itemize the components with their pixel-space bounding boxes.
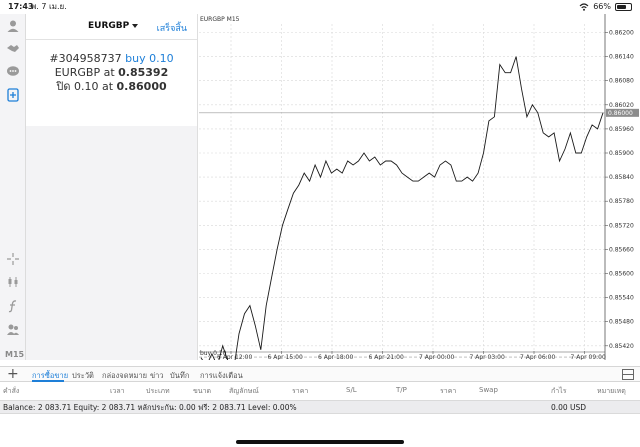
y-tick-label: 0.85480 [609,319,634,326]
caret-down-icon [132,23,139,28]
order-line-2: EURGBP at 0.85392 [26,66,197,80]
open-price-label: EURGBP at [54,66,115,79]
col-swap: Swap [479,386,498,394]
col-tp: T/P [396,386,407,394]
status-time: 17:43 [8,2,34,11]
y-tick-label: 0.86080 [609,78,634,85]
order-action: buy 0.10 [125,52,174,65]
battery-icon [615,3,632,11]
tab-journal[interactable]: บันทึก [170,370,189,382]
y-tick-label: 0.85720 [609,222,634,229]
y-tick-label: 0.85420 [609,343,634,350]
done-button[interactable]: เสร็จสิ้น [157,21,187,35]
terminal-tabs: + การซื้อขาย ประวัติ กล่องจดหมาย ข่าว บั… [0,366,640,382]
chart-title: EURGBP M15 [200,16,240,23]
handshake-icon[interactable] [5,40,21,56]
col-volume: ขนาด [193,387,212,395]
order-ticket: #304958737 [49,52,122,65]
tab-mailbox[interactable]: กล่องจดหมาย [102,370,147,382]
y-tick-label: 0.86140 [609,54,634,61]
col-sl: S/L [346,386,357,394]
order-line-3: ปิด 0.10 at 0.86000 [26,80,197,94]
total-profit: 0.00 [551,403,568,412]
new-order-icon[interactable] [5,87,21,103]
order-summary: #304958737 buy 0.10 EURGBP at 0.85392 ปิ… [26,52,197,94]
y-tick-label: 0.85960 [609,126,634,133]
y-tick-label: 0.85660 [609,246,634,253]
column-headers: คำสั่ง เวลา ประเภท ขนาด สัญลักษณ์ ราคา S… [0,385,640,397]
order-panel: EURGBP เสร็จสิ้น #304958737 buy 0.10 EUR… [26,14,197,126]
col-profit: กำไร [551,387,567,395]
close-price: 0.86000 [116,80,167,93]
col-symbol: สัญลักษณ์ [229,387,259,395]
left-toolbar: M15 [0,14,26,360]
function-icon[interactable] [5,298,21,314]
battery-fill [617,5,626,9]
order-header: EURGBP เสร็จสิ้น [26,14,197,40]
col-open-price: ราคา [292,387,309,395]
crosshair-icon[interactable] [5,251,21,267]
y-tick-label: 0.85780 [609,198,634,205]
balance-row: Balance: 2 083.71 Equity: 2 083.71 หลักป… [0,400,640,414]
timeframe-label[interactable]: M15 [5,350,24,359]
order-line-1: #304958737 buy 0.10 [26,52,197,66]
symbol-name: EURGBP [88,21,130,31]
tab-alerts[interactable]: การแจ้งเตือน [200,370,243,382]
tab-history[interactable]: ประวัติ [72,370,94,382]
col-order: คำสั่ง [3,387,20,395]
y-tick-label: 0.85900 [609,150,634,157]
wifi-icon [579,3,589,11]
close-price-label: ปิด 0.10 at [56,80,114,93]
col-comment: หมายเหตุ [597,387,626,395]
current-price-label: 0.86000 [608,110,633,117]
plus-icon[interactable]: + [7,367,19,381]
y-tick-label: 0.86200 [609,30,634,37]
panel-background [26,126,197,360]
status-bar: 17:43 พ. 7 เม.ย. 66% [0,0,640,14]
symbol-selector[interactable]: EURGBP [88,21,139,31]
price-levels: buy 0.100.86000 [199,108,639,358]
y-tick-label: 0.85540 [609,295,634,302]
price-chart[interactable]: EURGBP M15 0.86200 0.86140 0.86080 0.86020 0… [197,14,640,360]
panel-toggle-icon[interactable] [622,369,634,380]
y-tick-label: 0.86020 [609,102,634,109]
home-indicator [236,440,404,444]
status-date: พ. 7 เม.ย. [31,2,67,11]
chart-grid [199,24,608,354]
tab-news[interactable]: ข่าว [150,370,164,382]
chat-icon[interactable] [5,64,21,80]
account-currency: USD [570,403,587,412]
price-line [200,56,604,360]
objects-icon[interactable] [5,321,21,337]
col-time: เวลา [110,387,125,395]
price-axis-labels: 0.86200 0.86140 0.86080 0.86020 0.85960 0.859… [609,30,634,350]
y-tick-label: 0.85840 [609,174,634,181]
chart-svg[interactable]: EURGBP M15 0.862000.861400.860800.860200… [197,14,640,360]
balance-summary: Balance: 2 083.71 Equity: 2 083.71 หลักป… [3,403,297,412]
status-right: 66% [579,0,632,14]
user-icon[interactable] [5,18,21,34]
indicators-icon[interactable] [5,274,21,290]
battery-percent: 66% [593,2,611,11]
active-tab-indicator [32,380,64,382]
y-tick-label: 0.85600 [609,271,634,278]
col-price: ราคา [440,387,457,395]
open-price: 0.85392 [118,66,169,79]
col-type: ประเภท [146,387,170,395]
